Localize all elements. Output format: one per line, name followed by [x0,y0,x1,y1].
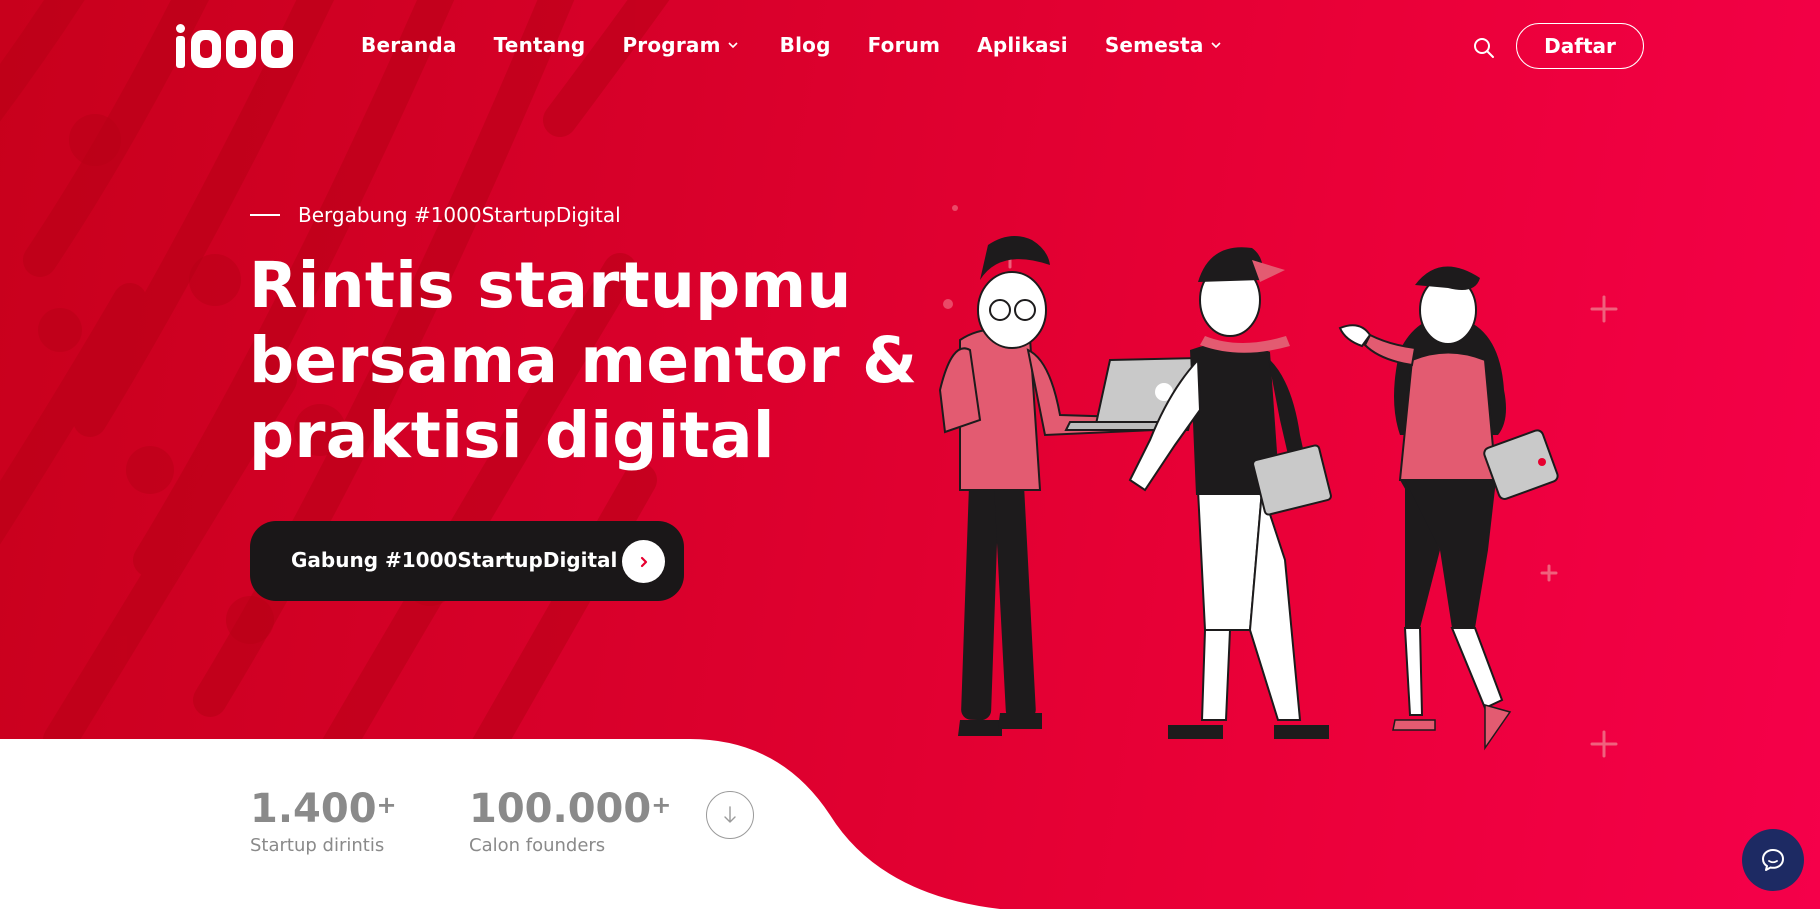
stat-startups: 1.400+ Startup dirintis [250,785,397,856]
nav-item-blog[interactable]: Blog [780,33,831,57]
chevron-down-icon [728,42,738,49]
person-left [938,236,1156,736]
search-icon[interactable] [1472,36,1496,60]
headline-line: bersama mentor & [249,324,918,397]
nav-item-semesta[interactable]: Semesta [1105,33,1222,57]
nav-item-forum[interactable]: Forum [868,33,941,57]
person-right [1338,266,1559,751]
join-cta-button[interactable]: Gabung #1000StartupDigital [250,521,684,601]
nav-item-label: Beranda [361,33,457,57]
arrow-down-icon [724,806,736,823]
nav-item-label: Aplikasi [977,33,1068,57]
nav-item-label: Tentang [493,33,586,57]
person-middle [1128,247,1332,739]
chat-icon [1762,849,1784,871]
stat-number: 100.000 [469,786,652,832]
hero-eyebrow: Bergabung #1000StartupDigital [250,203,621,227]
nav-item-label: Program [622,33,721,57]
nav-item-label: Blog [779,33,831,57]
eyebrow-divider [250,214,280,216]
hero-headline: Rintis startupmu bersama mentor & prakti… [249,248,949,473]
nav-item-beranda[interactable]: Beranda [361,33,457,57]
register-button[interactable]: Daftar [1516,23,1644,69]
nav-item-program[interactable]: Program [622,33,738,57]
stat-value: 1.400+ [250,785,397,833]
chat-button[interactable] [1742,829,1804,891]
headline-line: praktisi digital [249,399,775,472]
stat-label: Calon founders [469,835,606,856]
stat-value: 100.000+ [469,785,671,833]
top-navbar: Beranda Tentang Program Blog Forum Aplik… [0,0,1820,95]
stat-number: 1.400 [250,786,377,832]
headline-line: Rintis startupmu [249,249,852,322]
nav-item-aplikasi[interactable]: Aplikasi [977,33,1068,57]
eyebrow-text: Bergabung #1000StartupDigital [298,203,621,227]
chevron-right-icon [622,540,665,583]
register-button-label: Daftar [1544,34,1616,58]
hero-section: Beranda Tentang Program Blog Forum Aplik… [0,0,1820,909]
stat-label: Startup dirintis [250,835,385,856]
stat-founders: 100.000+ Calon founders [469,785,671,856]
brand-logo[interactable] [174,24,296,70]
chevron-down-icon [1210,42,1221,49]
nav-item-label: Semesta [1104,33,1204,57]
stat-suffix: + [376,791,397,819]
nav-item-label: Forum [867,33,941,57]
nav-item-tentang[interactable]: Tentang [494,33,586,57]
main-menu: Beranda Tentang Program Blog Forum Aplik… [361,33,1259,57]
stat-suffix: + [651,791,672,819]
team-illustration [938,205,1618,758]
scroll-down-button[interactable] [706,791,754,839]
cta-label: Gabung #1000StartupDigital [291,548,618,572]
